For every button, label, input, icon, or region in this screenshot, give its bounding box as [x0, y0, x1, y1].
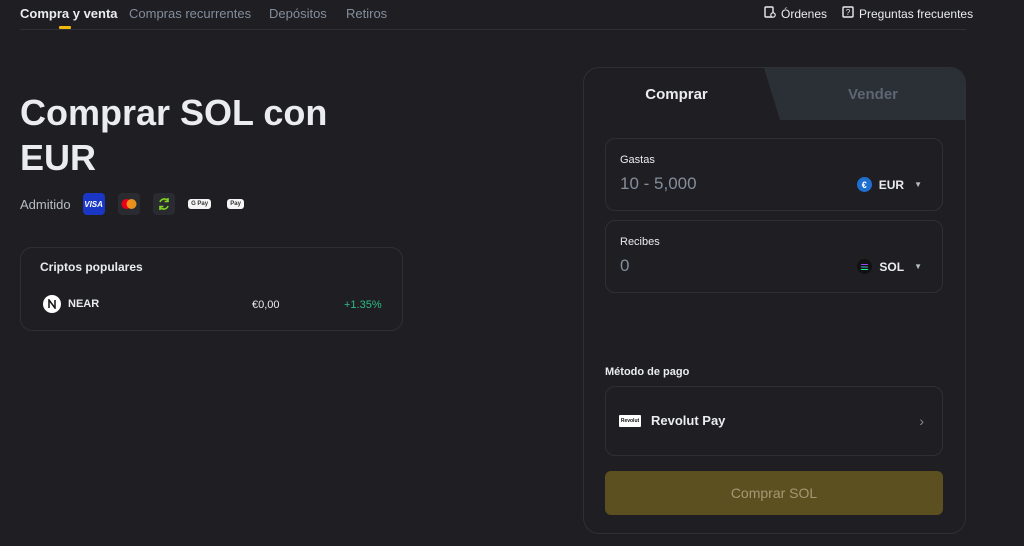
receive-label: Recibes	[620, 236, 660, 248]
crypto-change: +1.35%	[344, 299, 382, 311]
google-pay-icon: G Pay	[188, 193, 212, 215]
tab-vender[interactable]: Vender	[779, 68, 965, 120]
tab-depositos[interactable]: Depósitos	[269, 6, 327, 21]
chevron-right-icon: ›	[919, 413, 924, 429]
supported-label: Admitido	[20, 196, 71, 212]
orders-icon	[764, 6, 776, 21]
apple-pay-icon: Pay	[225, 193, 247, 215]
tab-compras-recurrentes[interactable]: Compras recurrentes	[129, 6, 251, 21]
spend-currency-select[interactable]: € EUR ▼	[856, 177, 922, 192]
revolut-icon: Revolut	[619, 415, 641, 427]
chevron-down-icon: ▼	[914, 262, 922, 271]
trade-tabs: Comprar Vender	[584, 68, 965, 120]
spend-field[interactable]: Gastas € EUR ▼	[605, 138, 943, 211]
supported-payments: Admitido VISA G Pay Pay	[20, 193, 260, 215]
receive-field[interactable]: Recibes SOL ▼	[605, 220, 943, 293]
page-title: Comprar SOL con EUR	[20, 90, 380, 180]
payment-method-name: Revolut Pay	[651, 413, 726, 428]
faq-link[interactable]: ? Preguntas frecuentes	[842, 6, 973, 21]
near-icon	[43, 295, 61, 313]
faq-icon: ?	[842, 6, 854, 21]
receive-currency-select[interactable]: SOL ▼	[857, 259, 922, 274]
payment-method-selector[interactable]: Revolut Revolut Pay ›	[605, 386, 943, 456]
popular-cryptos-title: Criptos populares	[40, 260, 143, 274]
list-item[interactable]: NEAR €0,00 +1.35%	[41, 294, 386, 316]
spend-currency: EUR	[878, 177, 905, 192]
page-title-line2: EUR	[20, 137, 97, 178]
receive-input[interactable]	[620, 256, 820, 276]
visa-icon: VISA	[82, 193, 105, 215]
crypto-price: €0,00	[252, 299, 280, 311]
euro-icon: €	[856, 177, 872, 192]
tab-comprar[interactable]: Comprar	[584, 68, 769, 120]
chevron-down-icon: ▼	[914, 180, 922, 189]
solana-icon	[857, 259, 873, 274]
mastercard-icon	[117, 193, 140, 215]
sync-icon	[152, 193, 175, 215]
buy-sol-button[interactable]: Comprar SOL	[605, 471, 943, 515]
orders-link[interactable]: Órdenes	[764, 6, 827, 21]
popular-cryptos-card: Criptos populares NEAR €0,00 +1.35%	[20, 247, 403, 331]
page-title-line1: Comprar SOL con	[20, 92, 328, 133]
top-nav: Compra y venta Compras recurrentes Depós…	[20, 0, 973, 30]
faq-label: Preguntas frecuentes	[859, 6, 974, 21]
payment-method-label: Método de pago	[605, 366, 690, 378]
trade-panel: Comprar Vender Gastas € EUR ▼ Recibes SO…	[583, 67, 966, 534]
crypto-symbol: NEAR	[68, 298, 100, 310]
apple-pay-text: Pay	[227, 199, 244, 209]
google-pay-text: G Pay	[188, 199, 212, 209]
spend-input[interactable]	[620, 174, 820, 194]
tab-compra-y-venta[interactable]: Compra y venta	[20, 6, 118, 21]
orders-label: Órdenes	[781, 6, 828, 21]
tab-retiros[interactable]: Retiros	[346, 6, 387, 21]
active-tab-indicator	[59, 26, 71, 29]
receive-currency: SOL	[879, 259, 905, 274]
spend-label: Gastas	[620, 154, 655, 166]
svg-text:?: ?	[846, 8, 851, 17]
